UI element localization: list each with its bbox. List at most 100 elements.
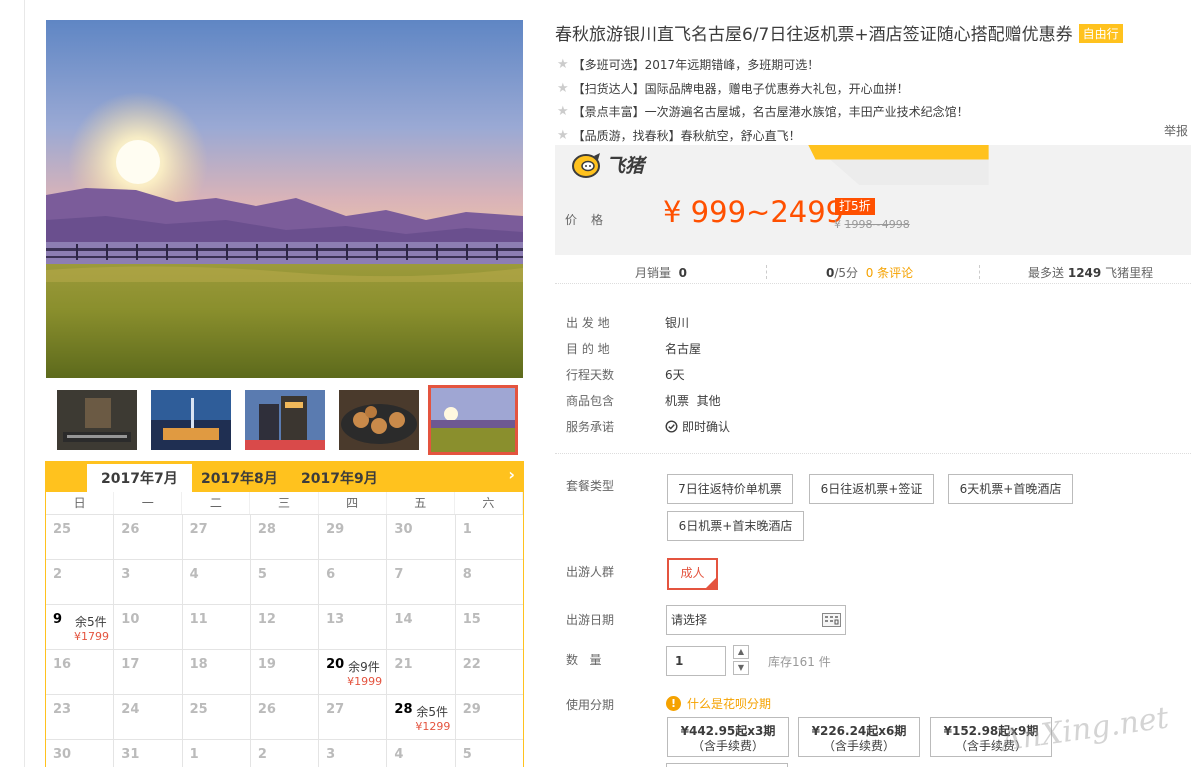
calendar-day-number: 4 xyxy=(189,567,199,582)
installment-amount: ¥226.24起x6期 xyxy=(811,724,907,738)
sales-stats: 月销量 0 0/5分 0 条评论 最多送 1249 飞猪里程 xyxy=(555,262,1191,284)
watermark: AnXing.net xyxy=(998,700,1171,759)
calendar-day: 27 xyxy=(182,515,251,560)
travel-date-picker[interactable]: 请选择 xyxy=(666,605,846,635)
reviews-link[interactable]: 0 条评论 xyxy=(866,266,913,280)
rating: 0/5分 0 条评论 xyxy=(826,264,913,281)
installment-label: 使用分期 xyxy=(566,698,615,712)
calendar-month-tabs: 2017年7月 2017年8月 2017年9月 › xyxy=(46,461,523,492)
calendar-day-number: 4 xyxy=(394,747,404,762)
main-product-photo xyxy=(46,20,523,378)
attr-value: 名古屋 xyxy=(665,341,702,356)
thumbnail-4[interactable] xyxy=(339,390,419,450)
calendar-day-number: 7 xyxy=(394,567,404,582)
calendar-day-price: ¥1999 xyxy=(347,675,383,688)
package-option-2[interactable]: 6日往返机票+签证 xyxy=(809,474,934,504)
calendar-day-number: 31 xyxy=(121,747,140,762)
free-travel-tag: 自由行 xyxy=(1078,24,1123,43)
original-price: ¥ 1998~4998 xyxy=(834,218,910,231)
weekday-label: 三 xyxy=(250,492,319,514)
product-title-text: 春秋旅游银川直飞名古屋6/7日往返机票+酒店签证随心搭配赠优惠券 xyxy=(555,25,1073,45)
package-option-4[interactable]: 6日机票+首末晚酒店 xyxy=(667,511,804,541)
calendar-week-row: 2 3 4 5 6 7 8 xyxy=(46,560,523,605)
attr-service: 服务承诺 即时确认 xyxy=(566,413,730,439)
calendar-day-number: 15 xyxy=(462,612,481,627)
calendar-icon[interactable] xyxy=(822,613,841,627)
weekday-label: 日 xyxy=(46,492,115,514)
package-option-3[interactable]: 6天机票+首晚酒店 xyxy=(948,474,1073,504)
installment-fee: （含手续费） xyxy=(691,739,764,753)
installment-option-6[interactable]: ¥226.24起x6期 （含手续费） xyxy=(798,717,920,757)
promo-item: ★ 【多班可选】2017年远期错峰，多班期可选！ xyxy=(557,53,969,77)
calendar-day: 26 xyxy=(250,695,320,740)
promo-list: ★ 【多班可选】2017年远期错峰，多班期可选！ ★ 【扫货达人】国际品牌电器，赠电… xyxy=(557,53,969,147)
quantity-input[interactable]: 1 xyxy=(666,646,726,676)
travel-date-placeholder: 请选择 xyxy=(671,613,708,627)
calendar-day-number: 25 xyxy=(53,522,72,537)
product-title: 春秋旅游银川直飞名古屋6/7日往返机票+酒店签证随心搭配赠优惠券 自由行 xyxy=(555,20,1123,45)
calendar-day: 21 xyxy=(387,650,456,695)
calendar-day: 26 xyxy=(114,515,183,560)
original-price-value: 1998~4998 xyxy=(844,218,910,231)
report-link[interactable]: 举报 xyxy=(1164,122,1188,139)
calendar-day-available[interactable]: 20 余9件 ¥1999 xyxy=(319,650,388,695)
thumbnail-2[interactable] xyxy=(151,390,231,450)
promo-item: ★ 【景点丰富】一次游遍名古屋城，名古屋港水族馆，丰田产业技术纪念馆！ xyxy=(557,100,969,124)
calendar-day-price: ¥1799 xyxy=(74,630,109,643)
installment-option-more[interactable] xyxy=(666,763,788,767)
huabei-help-link[interactable]: ! 什么是花呗分期 xyxy=(666,695,771,712)
calendar-day: 29 xyxy=(455,695,523,740)
installment-fee: （含手续费） xyxy=(822,739,895,753)
traveler-option-adult[interactable]: 成人 xyxy=(667,558,718,590)
calendar-day-available[interactable]: 28 余5件 ¥1299 xyxy=(387,695,456,740)
installment-option-3[interactable]: ¥442.95起x3期 （含手续费） xyxy=(667,717,789,757)
tab-month-august[interactable]: 2017年8月 xyxy=(201,464,278,492)
calendar-day-number: 2 xyxy=(53,567,63,582)
calendar-day: 5 xyxy=(456,740,523,767)
calendar-day-number: 2 xyxy=(257,747,267,762)
tab-month-july[interactable]: 2017年7月 xyxy=(87,464,192,492)
calendar-day-available[interactable]: 9 余5件 ¥1799 xyxy=(46,605,115,650)
star-icon: ★ xyxy=(557,80,569,96)
calendar-day-number: 12 xyxy=(257,612,276,627)
calendar-day-number: 1 xyxy=(189,747,199,762)
price-panel-banner xyxy=(757,145,989,185)
fliggy-logo: 飞猪 xyxy=(572,151,644,178)
huabei-help-text: 什么是花呗分期 xyxy=(687,697,772,711)
thumbnail-1[interactable] xyxy=(57,390,137,450)
promo-text: 【景点丰富】一次游遍名古屋城，名古屋港水族馆，丰田产业技术纪念馆！ xyxy=(572,105,969,120)
promo-item: ★ 【品质游，找春秋】春秋航空，舒心直飞！ xyxy=(557,124,969,148)
tab-month-september[interactable]: 2017年9月 xyxy=(301,464,378,492)
calendar-week-row: 23 24 25 26 27 28 余5件 ¥1299 29 xyxy=(46,695,523,740)
thumbnail-3[interactable] xyxy=(245,390,325,450)
calendar-next-arrow-icon[interactable]: › xyxy=(508,465,515,484)
monthly-sales-label: 月销量 xyxy=(635,266,672,280)
attr-value: 即时确认 xyxy=(682,419,731,434)
attr-value: 机票 其他 xyxy=(665,393,721,408)
quantity-increase-button[interactable]: ▲ xyxy=(733,645,749,659)
calendar-day-number: 28 xyxy=(257,522,276,537)
calendar-week-row: 16 17 18 19 20 余9件 ¥1999 21 22 xyxy=(46,650,523,695)
calendar-day-number: 29 xyxy=(462,702,481,717)
calendar-day: 10 xyxy=(114,605,183,650)
calendar-day: 28 xyxy=(250,515,320,560)
attr-key: 服务承诺 xyxy=(566,419,615,434)
weekday-label: 五 xyxy=(387,492,455,514)
attr-key: 商品包含 xyxy=(566,393,615,408)
package-option-1[interactable]: 7日往返特价单机票 xyxy=(667,474,793,504)
calendar-day: 5 xyxy=(250,560,320,605)
calendar-day-number: 10 xyxy=(121,612,140,627)
stats-separator xyxy=(979,265,980,279)
price-label: 价格 xyxy=(565,213,618,227)
calendar-day: 29 xyxy=(319,515,388,560)
calendar-day: 2 xyxy=(46,560,115,605)
quantity-decrease-button[interactable]: ▼ xyxy=(733,661,749,675)
calendar-day-number: 26 xyxy=(257,702,276,717)
thumbnail-5-selected[interactable] xyxy=(428,385,518,455)
calendar-day: 2 xyxy=(251,740,320,767)
page-left-border xyxy=(24,0,25,767)
promo-text: 【多班可选】2017年远期错峰，多班期可选！ xyxy=(572,58,820,73)
calendar-day: 24 xyxy=(114,695,183,740)
quantity-label: 数 量 xyxy=(566,653,602,667)
attr-value: 银川 xyxy=(665,315,690,330)
